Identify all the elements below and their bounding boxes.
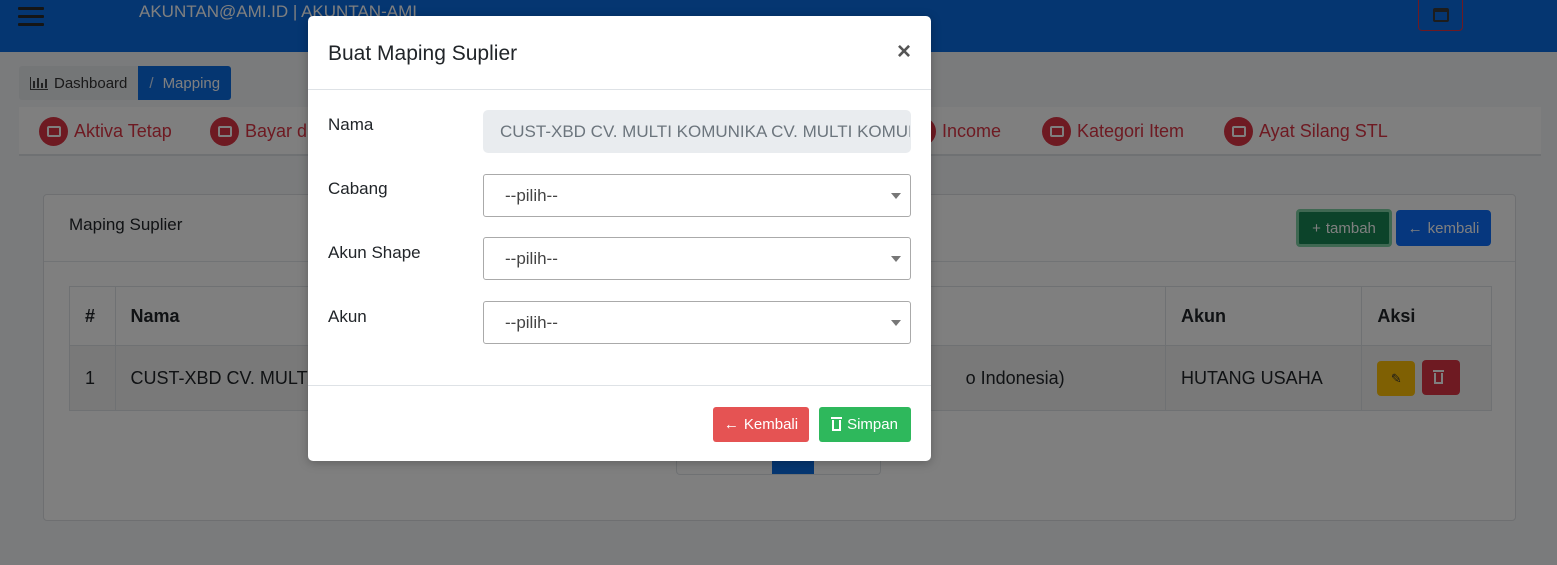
modal-title: Buat Maping Suplier <box>328 42 518 65</box>
chevron-down-icon <box>891 320 901 326</box>
simpan-label: Simpan <box>847 416 898 433</box>
akun-shape-select[interactable]: --pilih-- <box>483 237 911 280</box>
nama-label: Nama <box>328 115 374 134</box>
akun-select[interactable]: --pilih-- <box>483 301 911 344</box>
buat-maping-modal: Buat Maping Suplier × Nama CUST-XBD CV. … <box>308 16 931 461</box>
nama-field[interactable]: CUST-XBD CV. MULTI KOMUNIKA CV. MULTI KO… <box>483 110 911 153</box>
akun-label: Akun <box>328 307 367 326</box>
cabang-select[interactable]: --pilih-- <box>483 174 911 217</box>
akun-shape-select-value: --pilih-- <box>505 248 558 268</box>
cabang-select-value: --pilih-- <box>505 185 558 205</box>
akun-shape-label: Akun Shape <box>328 243 421 262</box>
kembali-button[interactable]: ← Kembali <box>713 407 809 442</box>
modal-header: Buat Maping Suplier × <box>308 16 931 90</box>
arrow-left-icon: ← <box>723 416 739 433</box>
cabang-label: Cabang <box>328 179 388 198</box>
chevron-down-icon <box>891 256 901 262</box>
simpan-button[interactable]: Simpan <box>819 407 911 442</box>
akun-select-value: --pilih-- <box>505 312 558 332</box>
close-icon[interactable]: × <box>897 40 911 64</box>
modal-footer: ← Kembali Simpan <box>308 385 931 461</box>
trash-icon <box>831 417 843 431</box>
kembali-label: Kembali <box>743 416 799 433</box>
chevron-down-icon <box>891 193 901 199</box>
